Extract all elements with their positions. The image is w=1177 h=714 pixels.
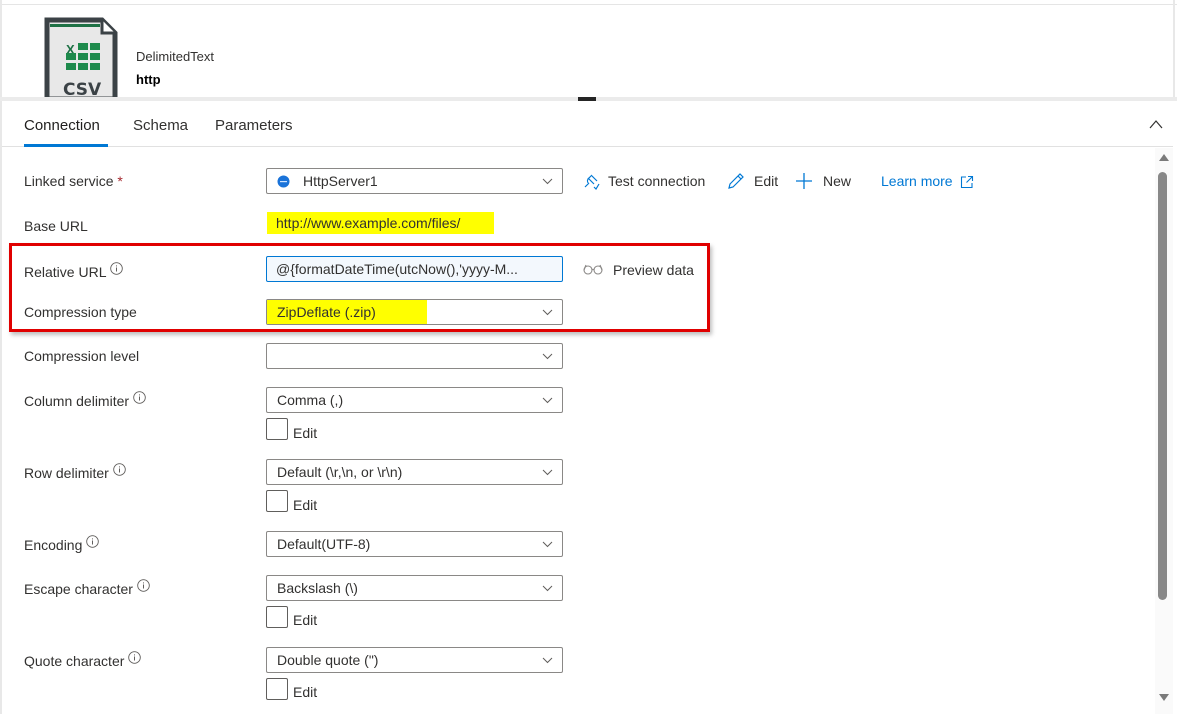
new-linked-service-button[interactable]: New: [795, 172, 857, 192]
escape-character-select[interactable]: Backslash (\): [266, 575, 563, 601]
dataset-name: http: [136, 72, 161, 87]
tab-connection[interactable]: Connection: [24, 117, 100, 134]
tab-parameters[interactable]: Parameters: [215, 117, 293, 134]
compression-level-label: Compression level: [24, 348, 140, 364]
external-link-icon: [960, 175, 974, 189]
base-url-label: Base URL: [24, 218, 88, 234]
chevron-down-icon: [542, 469, 553, 476]
chevron-down-icon: [542, 397, 553, 404]
row-delimiter-edit-label: Edit: [293, 497, 318, 513]
quote-character-select[interactable]: Double quote ("): [266, 647, 563, 673]
escape-character-value: Backslash (\): [277, 580, 358, 596]
test-connection-button[interactable]: Test connection: [582, 172, 712, 192]
info-icon[interactable]: [128, 651, 142, 664]
linked-service-select[interactable]: HttpServer1: [266, 168, 563, 194]
chevron-down-icon: [542, 353, 553, 360]
scrollbar-thumb[interactable]: [1158, 172, 1167, 600]
annotation-highlight-box: [9, 243, 710, 332]
csv-file-icon: X CSV: [44, 17, 118, 99]
row-delimiter-value: Default (\r,\n, or \r\n): [277, 464, 403, 480]
row-delimiter-edit-checkbox[interactable]: [266, 490, 288, 512]
dataset-header: X CSV DelimitedText http: [0, 5, 1177, 99]
encoding-select[interactable]: Default(UTF-8): [266, 531, 563, 557]
quote-character-edit-checkbox[interactable]: [266, 678, 288, 700]
linked-service-label: Linked service *: [24, 173, 123, 189]
tab-bar: Connection Schema Parameters: [2, 101, 1173, 147]
chevron-down-icon: [542, 657, 553, 664]
chevron-down-icon: [542, 178, 553, 185]
escape-character-label: Escape character: [24, 579, 150, 597]
encoding-value: Default(UTF-8): [277, 536, 371, 552]
scroll-down-arrow-icon[interactable]: [1158, 693, 1170, 703]
chevron-down-icon: [542, 541, 553, 548]
quote-character-edit-label: Edit: [293, 684, 318, 700]
column-delimiter-select[interactable]: Comma (,): [266, 387, 563, 413]
linked-service-value: HttpServer1: [303, 173, 378, 189]
plug-check-icon: [584, 174, 600, 190]
scroll-up-arrow-icon[interactable]: [1158, 152, 1170, 162]
quote-character-value: Double quote ("): [277, 652, 379, 668]
column-delimiter-edit-label: Edit: [293, 425, 318, 441]
info-icon[interactable]: [137, 579, 150, 592]
http-globe-icon: [277, 175, 290, 188]
chevron-up-icon[interactable]: [1148, 117, 1164, 131]
quote-character-label: Quote character: [24, 651, 142, 669]
connection-form: Linked service * HttpServer1 Test connec…: [2, 148, 1157, 714]
escape-character-edit-label: Edit: [293, 612, 318, 628]
row-delimiter-label: Row delimiter: [24, 463, 126, 481]
escape-character-edit-checkbox[interactable]: [266, 606, 288, 628]
required-asterisk: *: [117, 173, 123, 189]
plus-icon: [796, 173, 812, 189]
chevron-down-icon: [542, 585, 553, 592]
dataset-type: DelimitedText: [136, 49, 215, 64]
info-icon[interactable]: [86, 535, 100, 548]
column-delimiter-value: Comma (,): [277, 392, 344, 408]
encoding-label: Encoding: [24, 535, 100, 553]
info-icon[interactable]: [133, 391, 146, 404]
column-delimiter-edit-checkbox[interactable]: [266, 418, 288, 440]
edit-linked-service-button[interactable]: Edit: [727, 172, 782, 192]
tab-schema[interactable]: Schema: [133, 117, 188, 134]
active-tab-indicator: [24, 144, 108, 147]
info-icon[interactable]: [113, 463, 126, 476]
learn-more-link[interactable]: Learn more: [881, 173, 981, 193]
pencil-icon: [728, 173, 744, 189]
vertical-scrollbar[interactable]: [1155, 148, 1173, 714]
base-url-value: http://www.example.com/files/: [267, 212, 494, 234]
column-delimiter-label: Column delimiter: [24, 391, 146, 409]
compression-level-select[interactable]: [266, 343, 563, 369]
row-delimiter-select[interactable]: Default (\r,\n, or \r\n): [266, 459, 563, 485]
